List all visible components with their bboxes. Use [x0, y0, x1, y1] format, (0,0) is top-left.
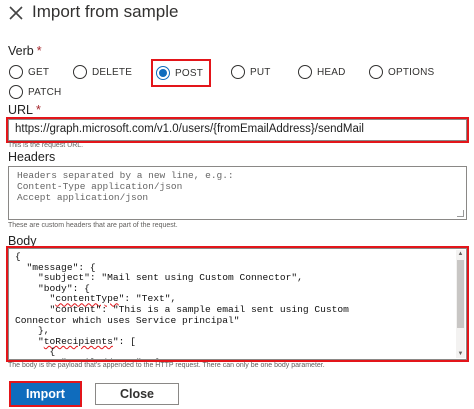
close-button[interactable]: Close	[95, 383, 179, 405]
radio-circle[interactable]	[298, 65, 312, 79]
body-textarea[interactable]: { "message": { "subject": "Mail sent usi…	[6, 246, 469, 362]
radio-circle[interactable]	[369, 65, 383, 79]
radio-circle[interactable]	[73, 65, 87, 79]
close-icon[interactable]	[6, 3, 26, 23]
radio-circle[interactable]	[9, 85, 23, 99]
radio-post[interactable]: POST	[150, 59, 212, 87]
headers-placeholder-line: Content-Type application/json	[17, 181, 183, 192]
radio-circle[interactable]	[9, 65, 23, 79]
required-mark: *	[36, 103, 41, 117]
radio-head[interactable]: HEAD	[298, 62, 346, 82]
radio-label: HEAD	[317, 66, 346, 78]
url-helper-text: This is the request URL.	[8, 142, 84, 149]
url-label-text: URL	[8, 103, 34, 117]
dialog-header: Import from sample	[0, 0, 474, 26]
scroll-down-icon[interactable]: ▼	[457, 350, 464, 358]
headers-textarea[interactable]: Headers separated by a new line, e.g.: C…	[8, 166, 467, 220]
radio-options[interactable]: OPTIONS	[369, 62, 434, 82]
radio-put[interactable]: PUT	[231, 62, 271, 82]
scroll-thumb[interactable]	[457, 260, 464, 328]
resize-grip-icon[interactable]	[457, 210, 464, 217]
verb-label: Verb *	[8, 44, 42, 58]
url-label: URL *	[8, 103, 41, 117]
radio-label: DELETE	[92, 66, 133, 78]
radio-patch[interactable]: PATCH	[9, 82, 61, 102]
radio-get[interactable]: GET	[9, 62, 49, 82]
url-input[interactable]: https://graph.microsoft.com/v1.0/users/{…	[6, 117, 469, 143]
headers-label: Headers	[8, 150, 56, 164]
dialog-title: Import from sample	[32, 2, 179, 21]
body-label: Body	[8, 234, 37, 248]
radio-label: GET	[28, 66, 50, 78]
body-scrollbar[interactable]: ▲ ▼	[456, 250, 465, 358]
url-value: https://graph.microsoft.com/v1.0/users/{…	[15, 123, 364, 135]
required-mark: *	[36, 44, 42, 58]
import-button[interactable]: Import	[9, 381, 82, 407]
body-code: { "message": { "subject": "Mail sent usi…	[15, 251, 349, 359]
headers-placeholder-line: Headers separated by a new line, e.g.:	[17, 170, 234, 181]
radio-circle-selected[interactable]	[156, 66, 170, 80]
headers-placeholder-line: Accept application/json	[17, 192, 149, 203]
body-helper-text: The body is the payload that's appended …	[8, 362, 325, 369]
radio-dot	[159, 69, 167, 77]
radio-label: OPTIONS	[388, 66, 435, 78]
headers-helper-text: These are custom headers that are part o…	[8, 222, 178, 229]
radio-label: PATCH	[28, 86, 62, 98]
radio-label: POST	[175, 67, 204, 79]
radio-label: PUT	[250, 66, 271, 78]
verb-label-text: Verb	[8, 44, 34, 58]
radio-circle[interactable]	[231, 65, 245, 79]
radio-delete[interactable]: DELETE	[73, 62, 132, 82]
scroll-up-icon[interactable]: ▲	[457, 250, 464, 258]
